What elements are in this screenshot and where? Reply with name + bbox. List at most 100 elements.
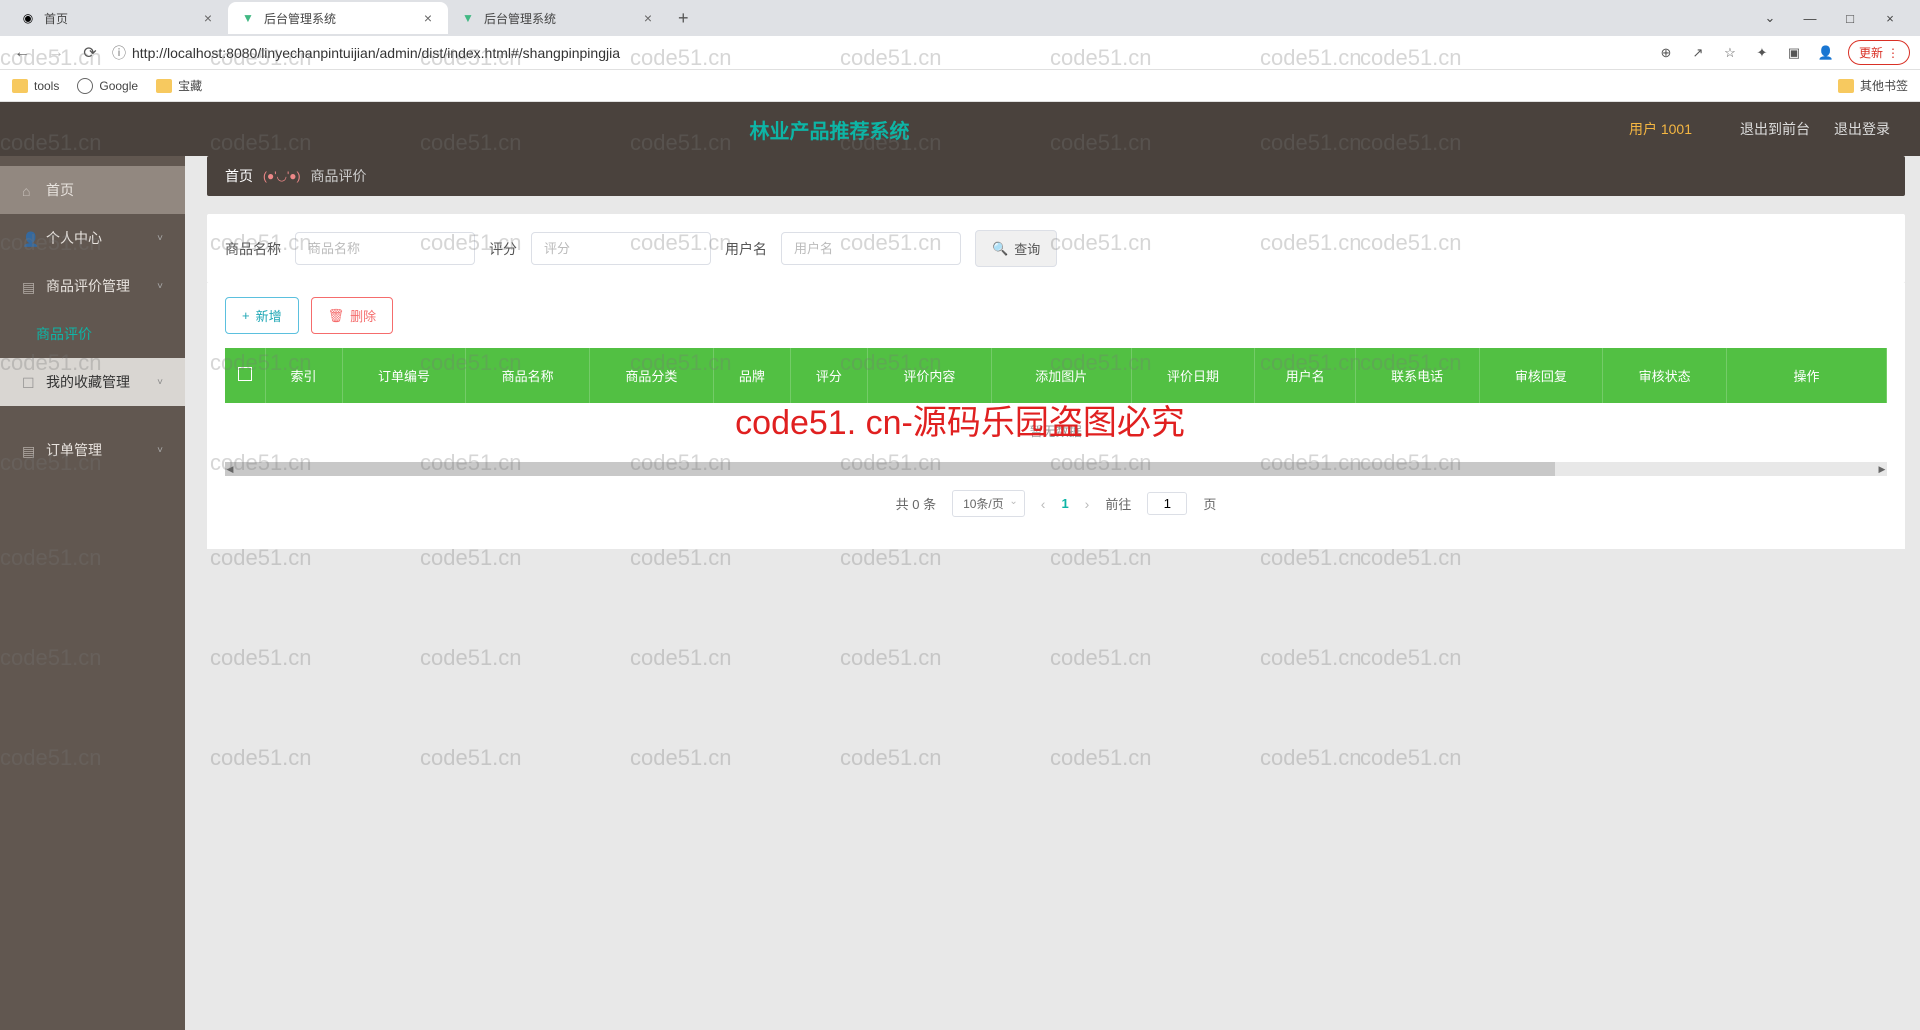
scroll-right-icon[interactable]: ▶ — [1875, 462, 1889, 476]
table-header: 审核回复 — [1479, 348, 1603, 403]
bookmark-item[interactable]: tools — [12, 79, 59, 93]
extension-icon[interactable]: ✦ — [1752, 43, 1772, 63]
maximize-icon[interactable]: □ — [1836, 4, 1864, 32]
delete-button[interactable]: 🗑 删除 — [311, 297, 394, 334]
add-button-label: 新增 — [256, 306, 282, 325]
table-header: 品牌 — [713, 348, 790, 403]
forward-button[interactable]: → — [44, 41, 68, 65]
plus-icon: + — [242, 308, 250, 323]
action-row: + 新增 🗑 删除 — [207, 283, 1905, 348]
table-header: 联系电话 — [1355, 348, 1479, 403]
reload-button[interactable]: ⟳ — [78, 41, 102, 65]
bookmark-icon: ☐ — [22, 375, 36, 389]
sidebar-item-home[interactable]: ⌂ 首页 — [0, 166, 185, 214]
back-button[interactable]: ← — [10, 41, 34, 65]
sidebar-item-review-mgmt[interactable]: ▤ 商品评价管理 ˅ — [0, 262, 185, 310]
search-name-input[interactable] — [295, 232, 475, 265]
chevron-down-icon: ⌄ — [1009, 496, 1017, 507]
folder-icon — [12, 79, 28, 93]
address-bar: ← → ⟳ ⓘ http://localhost:8080/linyechanp… — [0, 36, 1920, 70]
sidebar-item-label: 订单管理 — [46, 440, 102, 460]
scroll-left-icon[interactable]: ◀ — [223, 462, 237, 476]
chevron-down-icon[interactable]: ⌄ — [1756, 4, 1784, 32]
table-header: 索引 — [265, 348, 342, 403]
folder-icon — [156, 79, 172, 93]
info-icon: ⓘ — [112, 43, 126, 63]
goto-label: 前往 — [1105, 494, 1131, 513]
browser-tab[interactable]: ▼ 后台管理系统 × — [448, 2, 668, 34]
sidebar-item-label: 商品评价 — [36, 324, 92, 344]
sidebar-item-favorites[interactable]: ☐ 我的收藏管理 ˅ — [0, 358, 185, 406]
minimize-icon[interactable]: — — [1796, 4, 1824, 32]
add-button[interactable]: + 新增 — [225, 297, 299, 334]
share-icon[interactable]: ↗ — [1688, 43, 1708, 63]
table-header: 评价内容 — [867, 348, 991, 403]
tab-title: 后台管理系统 — [264, 10, 412, 27]
logout-link[interactable]: 退出登录 — [1834, 119, 1890, 139]
bookmark-label: 其他书签 — [1860, 77, 1908, 94]
star-icon[interactable]: ☆ — [1720, 43, 1740, 63]
breadcrumb-current: 商品评价 — [311, 166, 367, 186]
close-window-icon[interactable]: × — [1876, 4, 1904, 32]
sidebar-item-profile[interactable]: 👤 个人中心 ˅ — [0, 214, 185, 262]
close-icon[interactable]: × — [640, 10, 656, 26]
update-button[interactable]: 更新 ⋮ — [1848, 40, 1910, 65]
url-input[interactable]: ⓘ http://localhost:8080/linyechanpintuij… — [112, 43, 1646, 63]
tab-title: 首页 — [44, 10, 192, 27]
sidebar-item-label: 我的收藏管理 — [46, 372, 130, 392]
chevron-down-icon: ˅ — [157, 233, 163, 244]
search-button[interactable]: 🔍 查询 — [975, 230, 1057, 267]
bookmark-item[interactable]: Google — [77, 78, 138, 94]
tab-title: 后台管理系统 — [484, 10, 632, 27]
search-button-label: 查询 — [1014, 239, 1040, 258]
profile-icon[interactable]: 👤 — [1816, 43, 1836, 63]
breadcrumb-home[interactable]: 首页 — [225, 166, 253, 186]
other-bookmarks[interactable]: 其他书签 — [1838, 77, 1908, 94]
breadcrumb-sep: (●'◡'●) — [263, 169, 301, 183]
new-tab-button[interactable]: + — [668, 8, 699, 29]
horizontal-scrollbar[interactable]: ◀ ▶ — [225, 462, 1887, 476]
globe-icon — [77, 78, 93, 94]
sidebar-item-label: 商品评价管理 — [46, 276, 130, 296]
scroll-thumb[interactable] — [225, 462, 1555, 476]
pagination-total: 共 0 条 — [896, 494, 936, 513]
sidebar-item-label: 个人中心 — [46, 228, 102, 248]
goto-page-input[interactable] — [1147, 492, 1187, 515]
chevron-down-icon: ˅ — [157, 281, 163, 292]
table-header: 添加图片 — [991, 348, 1131, 403]
table-header-checkbox[interactable] — [225, 348, 265, 403]
search-icon: 🔍 — [992, 241, 1008, 257]
user-icon: 👤 — [22, 231, 36, 245]
vue-icon: ▼ — [240, 10, 256, 26]
close-icon[interactable]: × — [200, 10, 216, 26]
search-name-label: 商品名称 — [225, 239, 281, 259]
exit-front-link[interactable]: 退出到前台 — [1740, 119, 1810, 139]
browser-tab-active[interactable]: ▼ 后台管理系统 × — [228, 2, 448, 34]
url-text: http://localhost:8080/linyechanpintuijia… — [132, 45, 620, 61]
breadcrumb: 首页 (●'◡'●) 商品评价 — [207, 156, 1905, 196]
panel-icon[interactable]: ▣ — [1784, 43, 1804, 63]
table-header: 商品名称 — [466, 348, 590, 403]
current-page[interactable]: 1 — [1061, 496, 1068, 511]
search-user-input[interactable] — [781, 232, 961, 265]
browser-tab[interactable]: ◉ 首页 × — [8, 2, 228, 34]
search-rating-input[interactable] — [531, 232, 711, 265]
bookmark-item[interactable]: 宝藏 — [156, 77, 202, 94]
close-icon[interactable]: × — [420, 10, 436, 26]
table-header: 订单编号 — [342, 348, 466, 403]
page-size-select[interactable]: 10条/页 ⌄ — [952, 490, 1025, 517]
sidebar-item-orders[interactable]: ▤ 订单管理 ˅ — [0, 426, 185, 474]
sidebar-item-review[interactable]: 商品评价 — [0, 310, 185, 358]
chevron-down-icon: ˅ — [157, 445, 163, 456]
order-icon: ▤ — [22, 443, 36, 457]
user-label: 用户 1001 — [1629, 119, 1692, 139]
update-label: 更新 — [1859, 44, 1883, 61]
sidebar-item-label: 首页 — [46, 180, 74, 200]
list-icon: ▤ — [22, 279, 36, 293]
chevron-down-icon: ˅ — [157, 377, 163, 388]
search-icon[interactable]: ⊕ — [1656, 43, 1676, 63]
next-page-button[interactable]: › — [1085, 496, 1090, 512]
bookmark-label: 宝藏 — [178, 77, 202, 94]
goto-suffix: 页 — [1203, 494, 1216, 513]
prev-page-button[interactable]: ‹ — [1041, 496, 1046, 512]
